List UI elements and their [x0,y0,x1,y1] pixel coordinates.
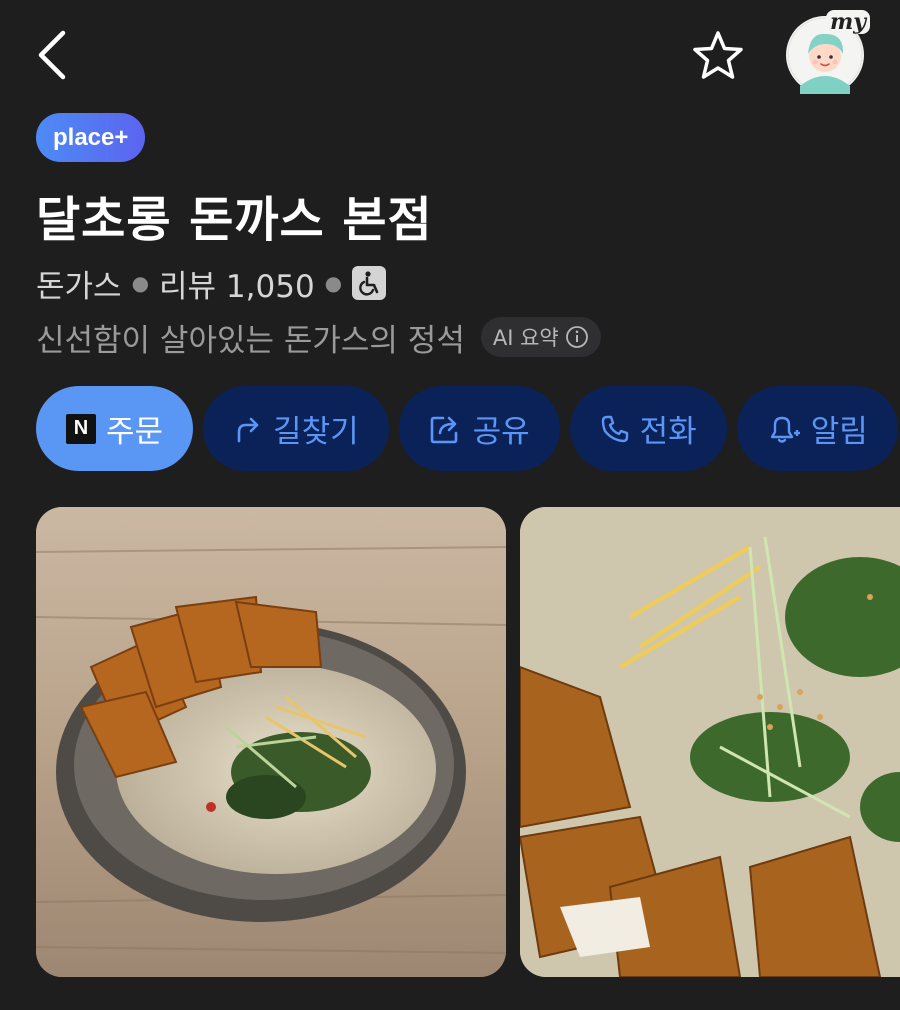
order-label: 주문 [106,414,164,450]
place-title: 달초롱 돈까스 본점 [36,192,433,248]
favorite-button[interactable] [688,26,748,86]
food-photo-2[interactable] [520,507,900,977]
star-outline-icon [693,31,743,79]
wheelchair-icon [352,266,387,300]
profile-avatar-button[interactable]: my [786,10,871,94]
action-button-row: N 주문 길찾기 공유 전화 알림 [36,386,898,471]
alert-label: 알림 [810,414,868,450]
tonkatsu-closeup-image [520,507,900,977]
separator-dot: ● [131,271,150,295]
category-label[interactable]: 돈가스 [36,261,122,306]
back-button[interactable] [30,28,74,82]
share-icon [430,416,457,443]
review-count: 1,050 [225,268,315,305]
alert-button[interactable]: 알림 [736,386,898,471]
bell-plus-icon [770,416,800,443]
share-label: 공유 [472,414,530,450]
turn-arrow-icon [237,417,259,442]
my-badge: my [826,10,871,34]
place-plus-badge: place+ [36,113,146,162]
call-label: 전화 [639,414,697,450]
call-button[interactable]: 전화 [569,386,727,471]
share-button[interactable]: 공유 [398,386,560,471]
tonkatsu-bowl-image [36,507,506,977]
directions-button[interactable]: 길찾기 [203,386,389,471]
food-photo-1[interactable] [36,507,506,977]
phone-icon [601,415,628,442]
chevron-left-icon [38,30,66,80]
review-link[interactable]: 리뷰 1,050 [159,261,315,306]
directions-label: 길찾기 [273,414,359,450]
summary-text: 신선함이 살아있는 돈가스의 정석 [36,322,465,359]
separator-dot: ● [324,271,343,295]
ai-summary-label: AI 요약 [492,326,559,350]
naver-n-icon: N [66,413,96,444]
ai-summary-row: 신선함이 살아있는 돈가스의 정석 AI 요약 [36,316,601,359]
order-button[interactable]: N 주문 [36,386,194,471]
review-label: 리뷰 [159,268,217,305]
info-icon [565,326,588,348]
ai-summary-button[interactable]: AI 요약 [480,317,601,357]
place-meta-row: 돈가스 ● 리뷰 1,050 ● [36,261,387,306]
